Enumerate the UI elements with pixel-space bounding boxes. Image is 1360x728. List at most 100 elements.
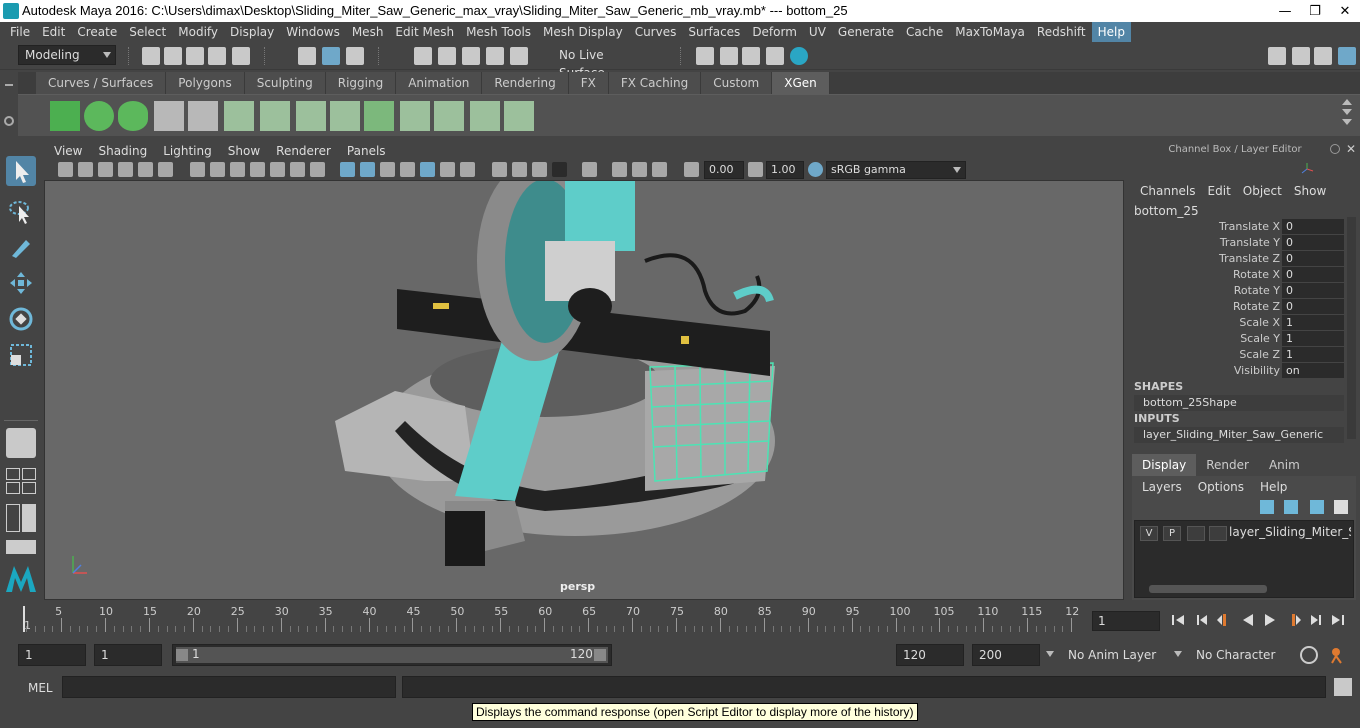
layer-playback-toggle[interactable]: P — [1163, 526, 1181, 541]
hypershade-icon[interactable] — [790, 47, 808, 65]
close-panel-icon[interactable]: ✕ — [1346, 142, 1358, 156]
attr-scale-z[interactable]: Scale Z1 — [1134, 347, 1346, 363]
camera-select-icon[interactable] — [58, 162, 73, 177]
render-view-icon[interactable] — [696, 47, 714, 65]
attr-rotate-x[interactable]: Rotate X0 — [1134, 267, 1346, 283]
menu-uv[interactable]: UV — [803, 22, 832, 42]
menu-mesh-tools[interactable]: Mesh Tools — [460, 22, 537, 42]
select-component-icon[interactable] — [346, 47, 364, 65]
film-gate-icon[interactable] — [210, 162, 225, 177]
miter-saw-model[interactable] — [45, 181, 1124, 600]
layer-display-type[interactable] — [1187, 526, 1205, 541]
attr-translate-z[interactable]: Translate Z0 — [1134, 251, 1346, 267]
resolution-gate-icon[interactable] — [230, 162, 245, 177]
curves-to-guides-icon[interactable] — [470, 101, 500, 131]
snap-curve-icon[interactable] — [438, 47, 456, 65]
float-panel-icon[interactable] — [1330, 144, 1340, 154]
menu-help[interactable]: Help — [1091, 22, 1131, 42]
menu-create[interactable]: Create — [71, 22, 123, 42]
lasso-tool-icon[interactable] — [6, 196, 36, 226]
attr-scale-x[interactable]: Scale X1 — [1134, 315, 1346, 331]
save-scene-icon[interactable] — [186, 47, 204, 65]
auto-key-icon[interactable] — [1300, 646, 1318, 664]
layer-tab-render[interactable]: Render — [1196, 454, 1259, 476]
guide-to-curves-icon[interactable] — [434, 101, 464, 131]
range-start-handle[interactable] — [176, 649, 188, 661]
layer-help-menu[interactable]: Help — [1252, 480, 1295, 494]
bookmark-icon[interactable] — [98, 162, 113, 177]
gamma-icon[interactable] — [748, 162, 763, 177]
color-management-icon[interactable] — [808, 162, 823, 177]
viewport-menu-lighting[interactable]: Lighting — [155, 142, 220, 160]
shelf-tab-sculpting[interactable]: Sculpting — [244, 72, 326, 94]
input-node-item[interactable]: layer_Sliding_Miter_Saw_Generic — [1134, 427, 1344, 443]
menu-mesh-display[interactable]: Mesh Display — [537, 22, 629, 42]
channel-show-menu[interactable]: Show — [1288, 184, 1332, 198]
xgen-editor-icon[interactable] — [50, 101, 80, 131]
attr-translate-y[interactable]: Translate Y0 — [1134, 235, 1346, 251]
shelf-gear-icon[interactable] — [4, 116, 14, 126]
time-slider[interactable]: 1 5 10 15 20 25 30 35 40 45 50 55 60 65 70 75 80 85 90 95 1… — [18, 604, 1086, 634]
shelf-tab-xgen[interactable]: XGen — [772, 72, 830, 94]
safe-title-icon[interactable] — [310, 162, 325, 177]
menu-redshift[interactable]: Redshift — [1031, 22, 1092, 42]
2d-pan-zoom-icon[interactable] — [138, 162, 153, 177]
ambient-occlusion-icon[interactable] — [460, 162, 475, 177]
redo-icon[interactable] — [232, 47, 250, 65]
camera-attributes-icon[interactable] — [78, 162, 93, 177]
multisample-aa-icon[interactable] — [512, 162, 527, 177]
channel-object-menu[interactable]: Object — [1237, 184, 1288, 198]
attr-value[interactable]: 0 — [1282, 251, 1344, 266]
select-hierarchy-icon[interactable] — [298, 47, 316, 65]
shelf-tab-polygons[interactable]: Polygons — [166, 72, 245, 94]
animation-preferences-icon[interactable] — [1328, 646, 1348, 664]
grid-icon[interactable] — [190, 162, 205, 177]
snap-grid-icon[interactable] — [414, 47, 432, 65]
layer-options-menu[interactable]: Options — [1190, 480, 1252, 494]
animation-end-field[interactable]: 200 — [972, 644, 1040, 666]
shelf-tab-custom[interactable]: Custom — [701, 72, 773, 94]
attr-rotate-z[interactable]: Rotate Z0 — [1134, 299, 1346, 315]
shelf-tab-animation[interactable]: Animation — [396, 72, 483, 94]
script-editor-icon[interactable] — [1334, 678, 1352, 696]
guide-density-icon[interactable] — [330, 101, 360, 131]
current-frame-field[interactable]: 1 — [1092, 611, 1160, 631]
script-language-toggle[interactable]: MEL — [28, 681, 53, 695]
move-tool-icon[interactable] — [6, 268, 36, 298]
new-scene-icon[interactable] — [142, 47, 160, 65]
render-settings-icon[interactable] — [766, 47, 784, 65]
play-forwards-icon[interactable] — [1262, 612, 1278, 628]
channel-box-toggle-icon[interactable] — [1338, 47, 1356, 65]
menu-set-dropdown[interactable]: Modeling — [18, 45, 116, 65]
restore-button[interactable]: ❐ — [1300, 0, 1330, 22]
menu-display[interactable]: Display — [224, 22, 280, 42]
anim-layer-arrow-icon[interactable] — [1046, 651, 1054, 657]
menu-generate[interactable]: Generate — [832, 22, 900, 42]
layers-menu[interactable]: Layers — [1134, 480, 1190, 494]
workspace-icon[interactable] — [1268, 47, 1286, 65]
new-layer-icon[interactable] — [1310, 500, 1324, 514]
lock-guides-icon[interactable] — [296, 101, 326, 131]
perspective-viewport[interactable] — [44, 180, 1124, 600]
delete-guides-icon[interactable] — [504, 101, 534, 131]
gate-mask-icon[interactable] — [250, 162, 265, 177]
animation-start-field[interactable]: 1 — [18, 644, 86, 666]
outliner-toggle-icon[interactable] — [6, 504, 20, 532]
channels-menu[interactable]: Channels — [1134, 184, 1202, 198]
menu-cache[interactable]: Cache — [900, 22, 949, 42]
menu-edit[interactable]: Edit — [36, 22, 71, 42]
layer-tab-display[interactable]: Display — [1132, 454, 1197, 476]
attr-value[interactable]: on — [1282, 363, 1344, 378]
move-layer-down-icon[interactable] — [1284, 500, 1298, 514]
layout-options-icon[interactable] — [22, 504, 36, 532]
menu-windows[interactable]: Windows — [280, 22, 346, 42]
go-to-start-icon[interactable] — [1170, 612, 1186, 628]
minimize-button[interactable]: — — [1270, 0, 1300, 22]
viewport-menu-shading[interactable]: Shading — [90, 142, 155, 160]
paint-select-tool-icon[interactable] — [6, 232, 36, 262]
channel-box-scrollbar[interactable] — [1347, 217, 1356, 439]
attr-value[interactable]: 0 — [1282, 283, 1344, 298]
playback-start-field[interactable]: 1 — [94, 644, 162, 666]
select-tool-icon[interactable] — [6, 156, 36, 186]
wireframe-icon[interactable] — [340, 162, 355, 177]
